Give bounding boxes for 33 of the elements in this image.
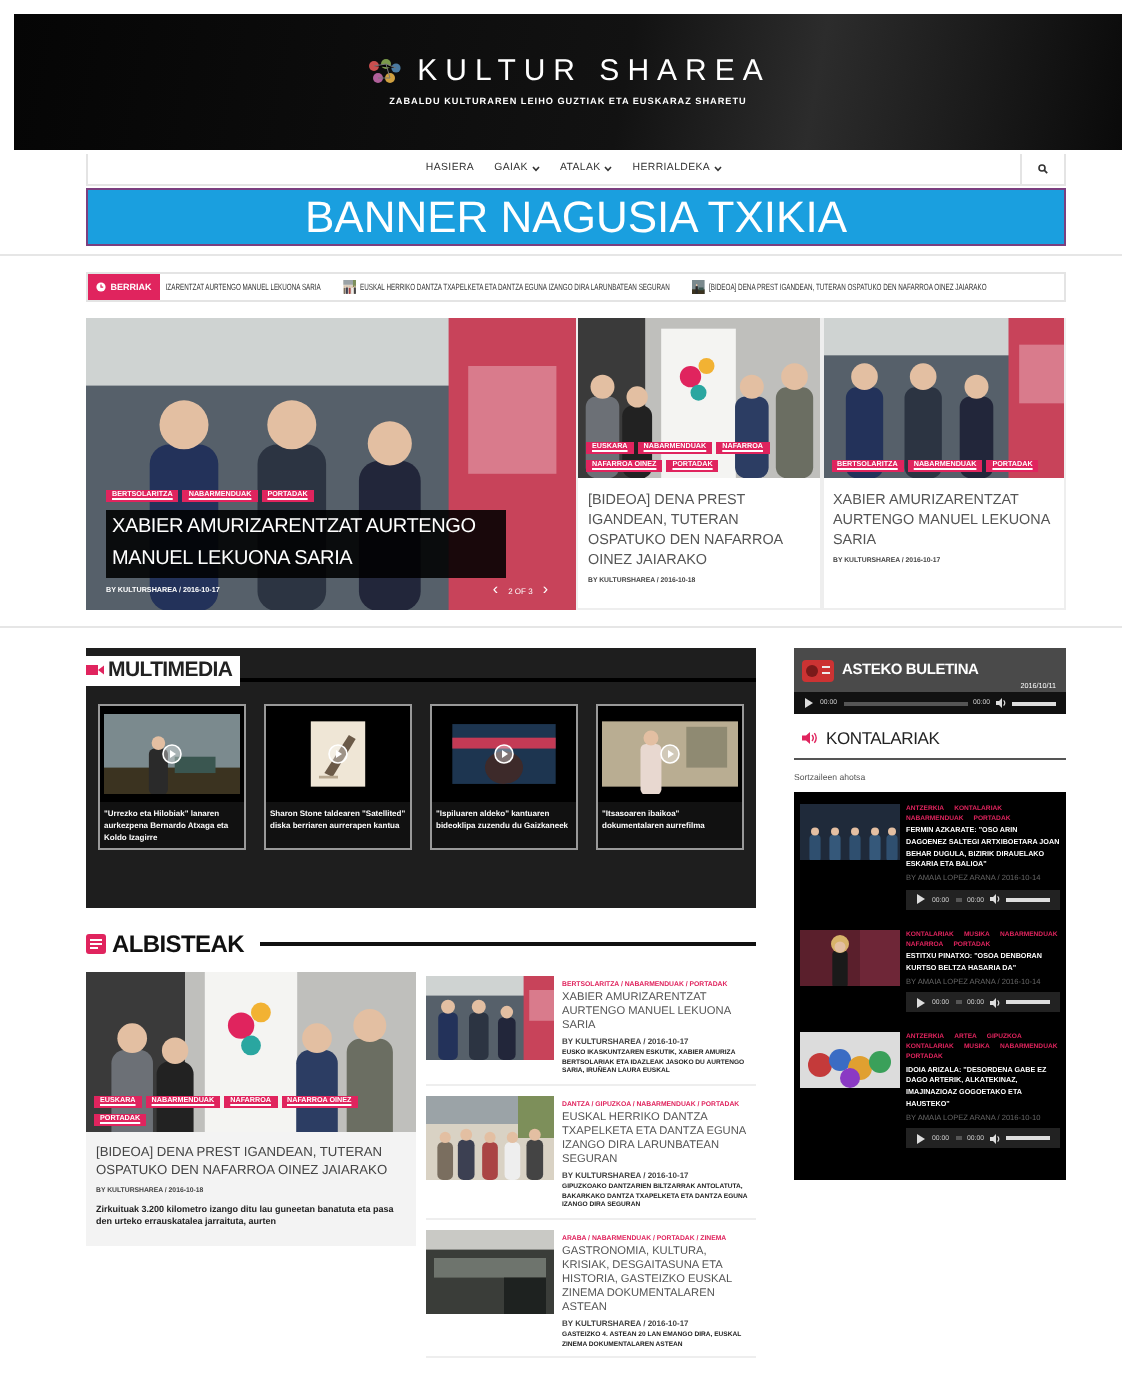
section-title: MULTIMEDIA bbox=[108, 660, 233, 681]
site-title[interactable]: KULTUR SHAREA bbox=[417, 56, 771, 87]
progress-track[interactable] bbox=[955, 897, 961, 902]
caret-icon bbox=[604, 166, 613, 172]
play-icon[interactable] bbox=[916, 997, 926, 1008]
video-camera-icon bbox=[86, 664, 104, 677]
progress-track[interactable] bbox=[955, 1136, 961, 1141]
volume-icon[interactable] bbox=[990, 1133, 1000, 1144]
play-icon[interactable] bbox=[494, 743, 514, 763]
banner-ad[interactable]: BANNER NAGUSIA TXIKIA bbox=[86, 188, 1066, 246]
play-icon[interactable] bbox=[328, 743, 348, 763]
volume-slider[interactable] bbox=[1006, 1000, 1050, 1005]
volume-slider[interactable] bbox=[1006, 897, 1050, 902]
caret-icon bbox=[531, 166, 540, 172]
speaker-icon bbox=[802, 732, 818, 745]
article-card[interactable] bbox=[86, 972, 416, 1247]
section-title: ALBISTEAK bbox=[112, 932, 244, 956]
section-title: KONTALARIAK bbox=[826, 730, 940, 747]
volume-icon[interactable] bbox=[996, 698, 1006, 708]
progress-track[interactable] bbox=[955, 1000, 961, 1005]
caret-icon bbox=[714, 166, 723, 172]
logo-icon bbox=[365, 57, 402, 86]
volume-slider[interactable] bbox=[1006, 1136, 1050, 1141]
radio-icon bbox=[802, 658, 834, 682]
news-icon bbox=[86, 934, 106, 954]
clock-icon bbox=[96, 282, 107, 292]
volume-icon[interactable] bbox=[990, 894, 1000, 905]
play-icon[interactable] bbox=[804, 698, 814, 708]
volume-icon[interactable] bbox=[990, 997, 1000, 1008]
play-icon[interactable] bbox=[162, 743, 182, 763]
search-icon[interactable] bbox=[1038, 164, 1048, 174]
play-icon[interactable] bbox=[916, 894, 926, 905]
play-icon[interactable] bbox=[916, 1133, 926, 1144]
